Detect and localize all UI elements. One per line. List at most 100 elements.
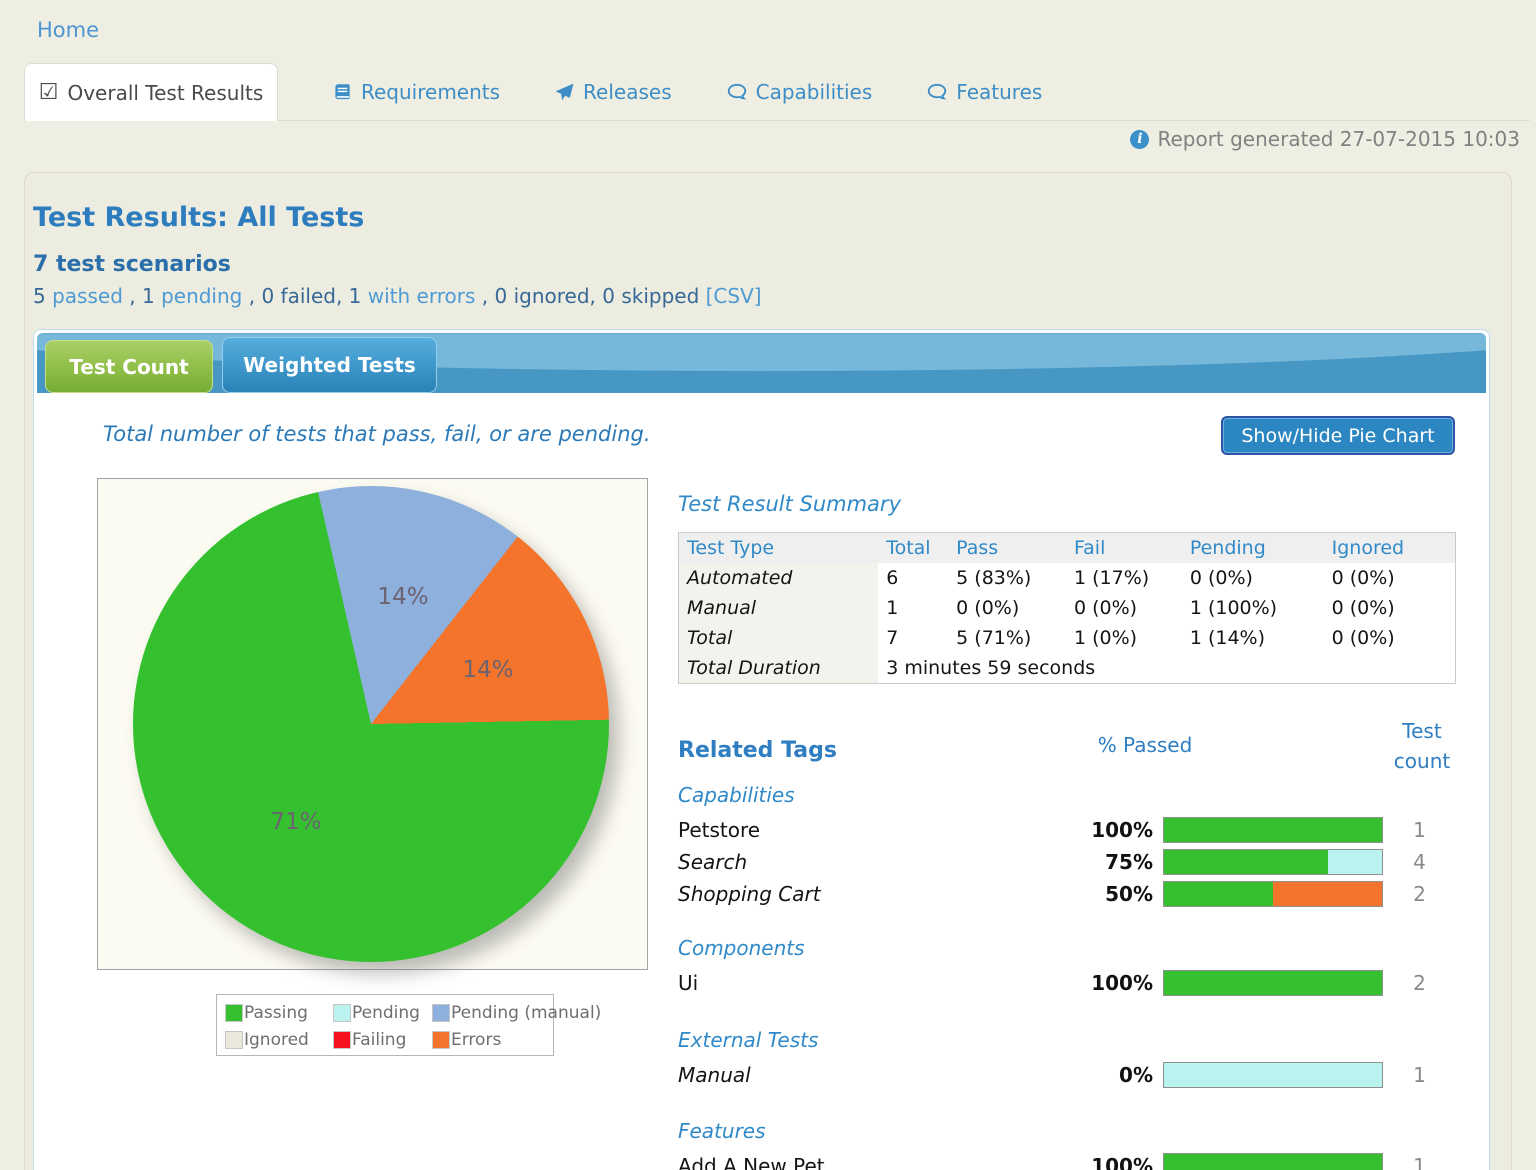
value-cell: 7 <box>878 623 948 653</box>
tag-result-bar <box>1163 849 1383 875</box>
table-header-row: Test TypeTotalPassFailPendingIgnored <box>679 533 1456 564</box>
nav-tab-capabilities[interactable]: Capabilities <box>727 63 873 121</box>
tag-row: Manual0%1 <box>678 1060 1456 1090</box>
nav-tab-label: Capabilities <box>756 80 873 104</box>
show-hide-pie-chart-button[interactable]: Show/Hide Pie Chart <box>1221 416 1455 455</box>
report-generated-label: Report generated 27-07-2015 10:03 <box>1157 127 1520 151</box>
nav-tab-label: Requirements <box>361 80 500 104</box>
pie-legend: PassingPendingPending (manual)IgnoredFai… <box>216 994 554 1056</box>
tab-weighted-tests[interactable]: Weighted Tests <box>222 337 437 393</box>
tag-result-bar <box>1163 1153 1383 1170</box>
pie-chart <box>133 486 609 962</box>
row-header-cell: Manual <box>679 593 879 623</box>
nav-tab-features[interactable]: Features <box>927 63 1042 121</box>
tag-test-count: 2 <box>1383 971 1456 995</box>
legend-swatch <box>333 1031 351 1049</box>
table-row: Total75 (71%)1 (0%)1 (14%)0 (0%) <box>679 623 1456 653</box>
value-cell: 1 <box>878 593 948 623</box>
legend-item: Failing <box>333 1029 432 1051</box>
related-tags-title: Related Tags <box>678 738 837 763</box>
summary-link[interactable]: passed <box>52 284 123 308</box>
tag-test-count: 2 <box>1383 882 1456 906</box>
tag-row: Shopping Cart50% 2 <box>678 879 1456 909</box>
tag-group-external-tests: External Tests <box>678 1028 818 1052</box>
value-cell: 0 (0%) <box>1182 563 1324 593</box>
bar-segment <box>1164 1063 1382 1087</box>
test-count-header: Test count <box>1383 716 1461 776</box>
bar-segment <box>1164 818 1382 842</box>
result-summary-line: 5 passed , 1 pending , 0 failed, 1 with … <box>33 284 762 308</box>
nav-tab-requirements[interactable]: Requirements <box>333 63 500 121</box>
page-title: Test Results: All Tests <box>33 202 364 233</box>
legend-swatch <box>432 1004 450 1022</box>
tag-pct-passed: 100% <box>1075 818 1153 842</box>
bar-segment <box>1328 850 1383 874</box>
legend-swatch <box>225 1031 243 1049</box>
value-cell: 0 (0%) <box>1066 593 1182 623</box>
tab-test-count[interactable]: Test Count <box>45 340 213 393</box>
bar-segment <box>1164 850 1328 874</box>
comment-icon <box>727 82 747 102</box>
table-col-header: Total <box>878 533 948 564</box>
tag-pct-passed: 75% <box>1075 850 1153 874</box>
tag-group-features: Features <box>678 1119 766 1143</box>
value-cell: 0 (0%) <box>1324 623 1456 653</box>
bar-segment <box>1164 1154 1382 1170</box>
legend-item: Pending (manual) <box>432 1002 601 1024</box>
table-col-header: Pending <box>1182 533 1324 564</box>
home-link[interactable]: Home <box>37 18 99 42</box>
tag-label[interactable]: Ui <box>678 971 1075 995</box>
tag-label[interactable]: Shopping Cart <box>678 882 1075 906</box>
tag-group-components: Components <box>678 936 805 960</box>
tag-result-bar <box>1163 1062 1383 1088</box>
tag-label[interactable]: Manual <box>678 1063 1075 1087</box>
legend-item: Ignored <box>225 1029 333 1051</box>
value-cell: 5 (83%) <box>948 563 1066 593</box>
count-header-line: Test <box>1402 719 1441 743</box>
count-header-line: count <box>1394 749 1450 773</box>
nav-tab-releases[interactable]: Releases <box>555 63 672 121</box>
summary-text: 0 failed, <box>261 284 348 308</box>
tag-test-count: 1 <box>1383 1063 1456 1087</box>
value-cell: 1 (14%) <box>1182 623 1324 653</box>
value-cell: 0 (0%) <box>1324 593 1456 623</box>
tag-pct-passed: 50% <box>1075 882 1153 906</box>
tag-pct-passed: 100% <box>1075 971 1153 995</box>
tag-label[interactable]: Petstore <box>678 818 1075 842</box>
book-icon <box>333 83 352 102</box>
duration-value: 3 minutes 59 seconds <box>878 653 1455 684</box>
legend-swatch <box>225 1004 243 1022</box>
legend-label: Pending (manual) <box>451 1003 601 1023</box>
nav-tab-label: Features <box>956 80 1042 104</box>
tag-pct-passed: 100% <box>1075 1154 1153 1170</box>
table-col-header: Pass <box>948 533 1066 564</box>
row-header-cell: Total Duration <box>679 653 879 684</box>
summary-link[interactable]: [CSV] <box>706 284 762 308</box>
summary-link[interactable]: with errors <box>368 284 476 308</box>
legend-swatch <box>333 1004 351 1022</box>
legend-label: Pending <box>352 1003 420 1023</box>
summary-link[interactable]: pending <box>161 284 242 308</box>
nav-tab-overall-test-results[interactable]: ☑ Overall Test Results <box>24 63 278 121</box>
nav-tab-label: Releases <box>583 80 672 104</box>
value-cell: 1 (100%) <box>1182 593 1324 623</box>
tag-test-count: 1 <box>1383 818 1456 842</box>
tag-row: Petstore100% 1 <box>678 815 1456 845</box>
tag-label[interactable]: Search <box>678 850 1075 874</box>
tag-test-count: 4 <box>1383 850 1456 874</box>
check-square-icon: ☑ <box>39 82 59 104</box>
scenario-count: 7 test scenarios <box>33 252 231 277</box>
tag-row: Add A New Pet100%1 <box>678 1151 1456 1170</box>
top-nav-tabs: ☑ Overall Test Results Requirements Release… <box>24 63 1042 121</box>
nav-tab-label: Overall Test Results <box>67 81 263 105</box>
value-cell: 0 (0%) <box>1324 563 1456 593</box>
legend-item: Pending <box>333 1002 432 1024</box>
legend-label: Passing <box>244 1003 308 1023</box>
tag-label[interactable]: Add A New Pet <box>678 1154 1075 1170</box>
summary-text: 0 ignored, <box>494 284 602 308</box>
pie-slice-label: 14% <box>438 657 538 683</box>
summary-text: 0 skipped <box>602 284 705 308</box>
comment-icon <box>927 82 947 102</box>
value-cell: 6 <box>878 563 948 593</box>
pct-passed-header: % Passed <box>1085 733 1205 757</box>
